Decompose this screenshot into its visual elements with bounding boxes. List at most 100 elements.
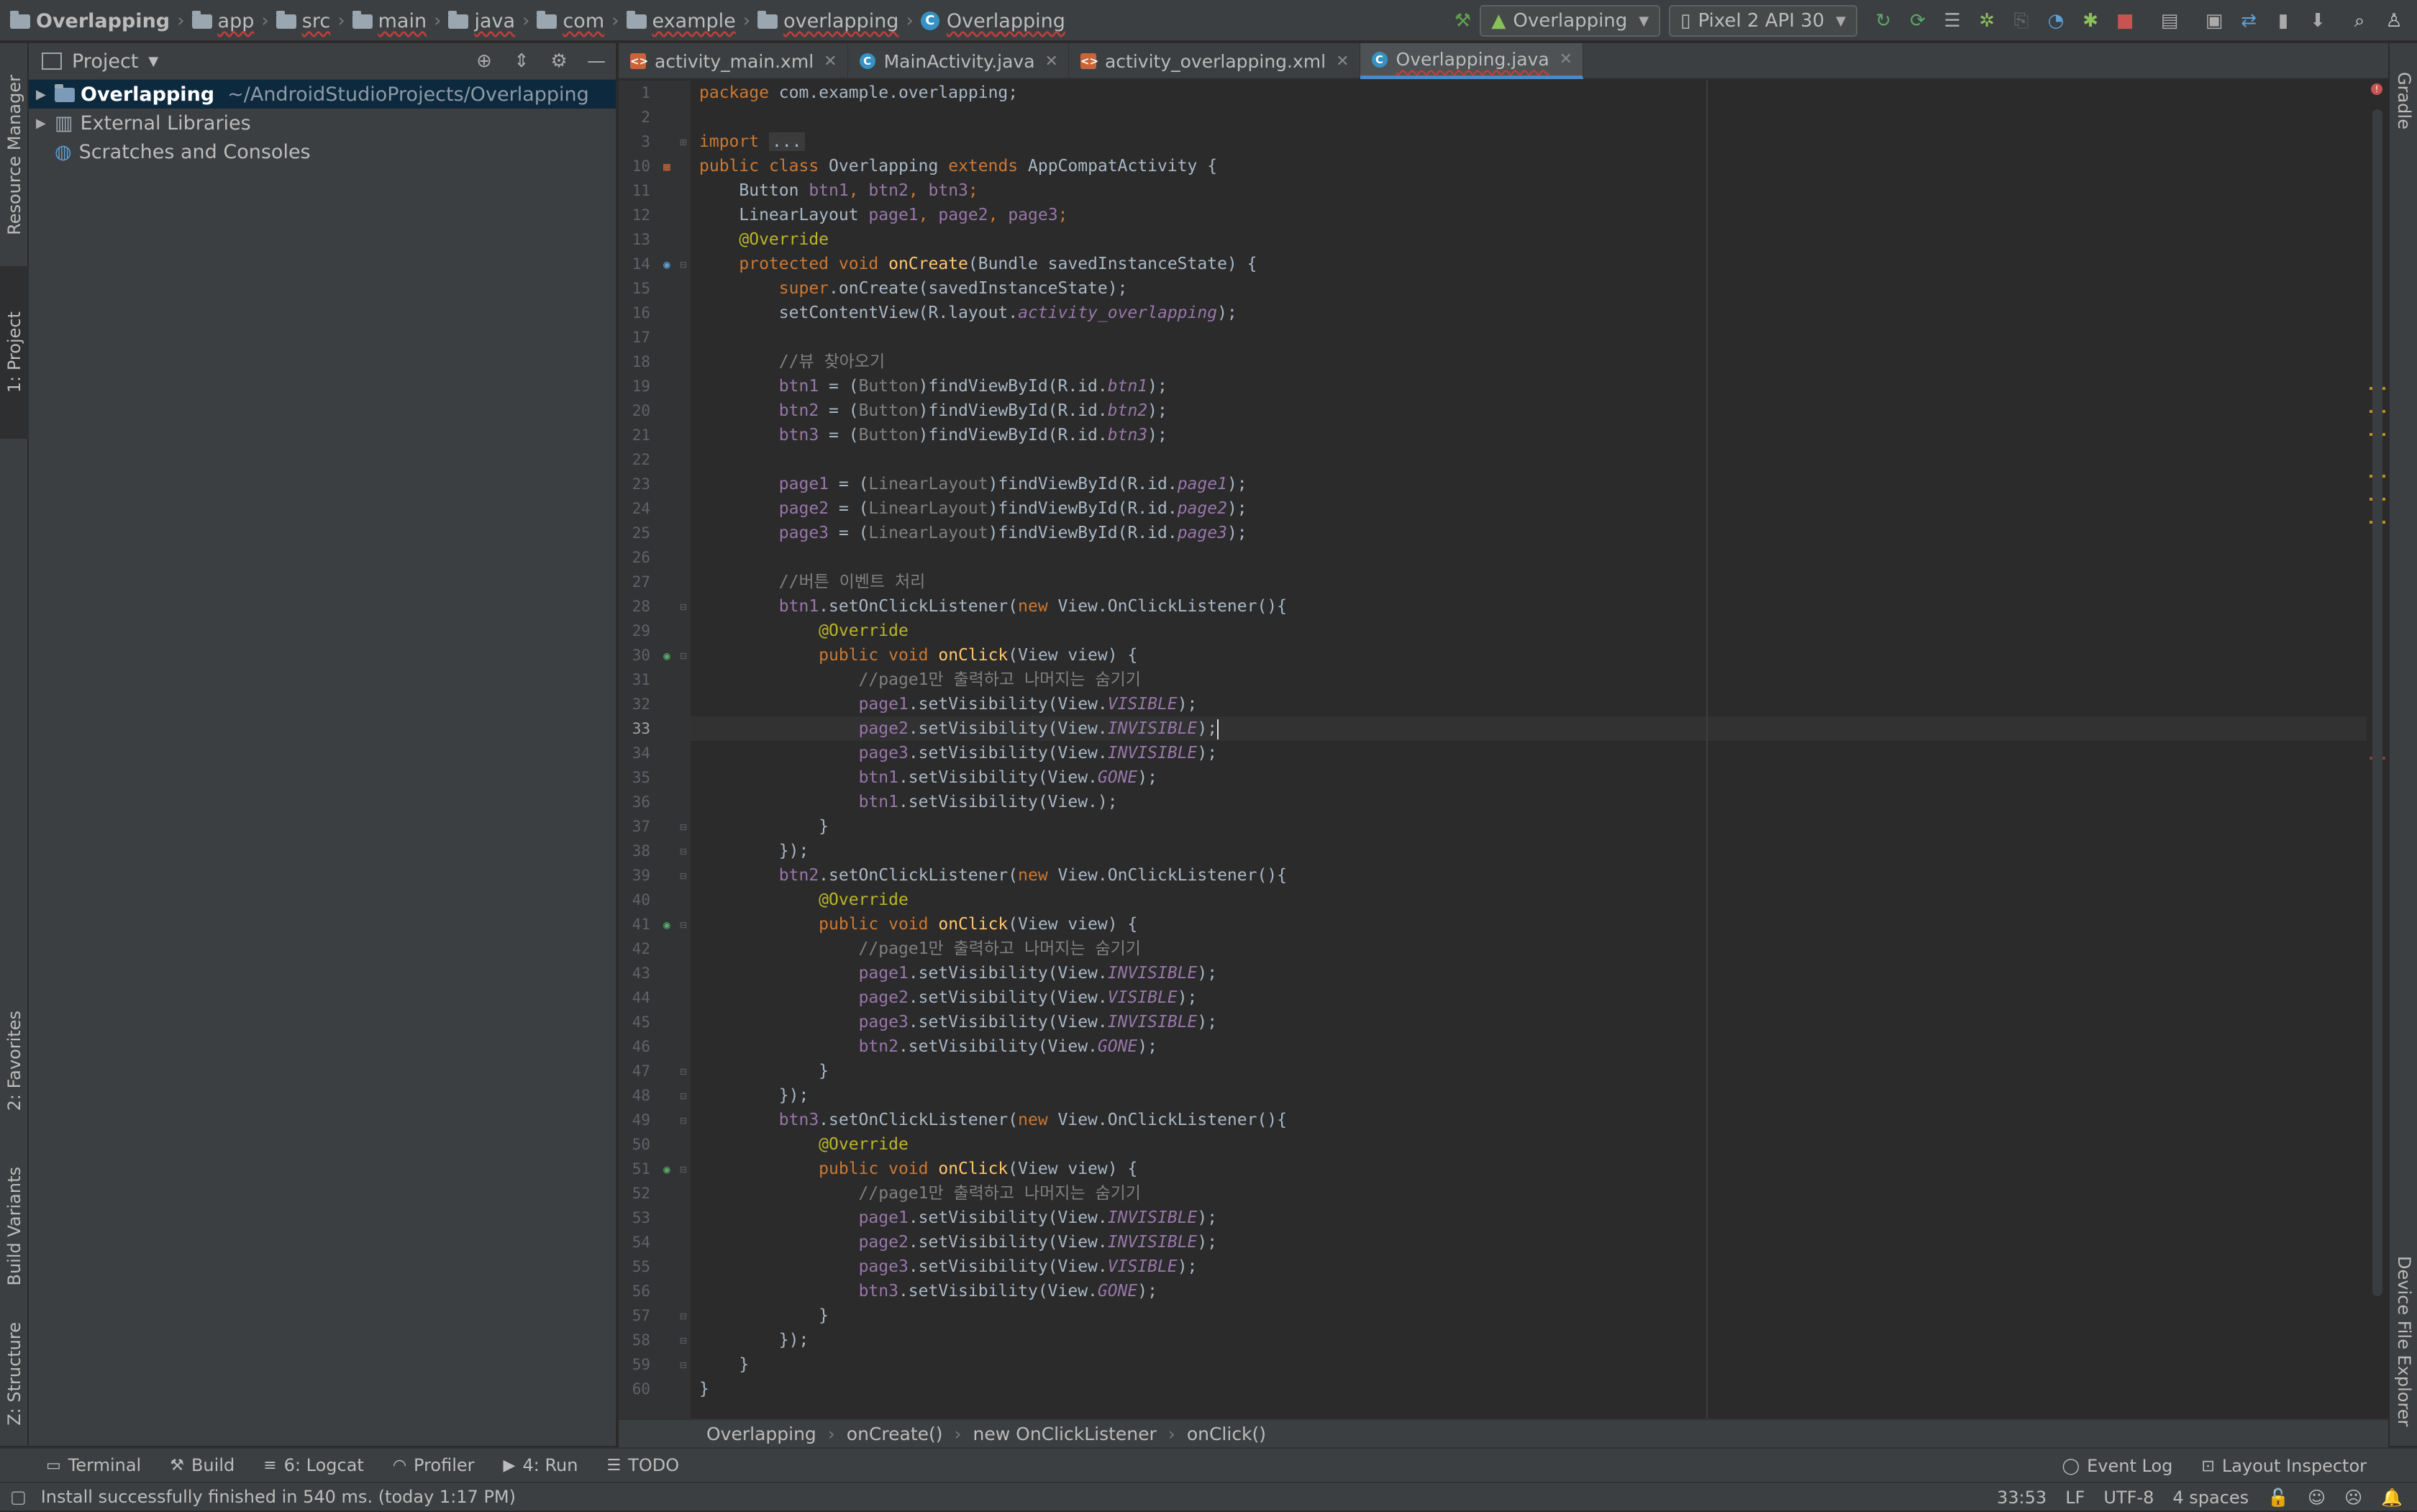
fold-icon[interactable]: ⊟	[676, 649, 691, 662]
folded-imports[interactable]: ...	[768, 132, 805, 151]
tab-project[interactable]: 1: Project	[0, 266, 29, 439]
implements-marker-icon[interactable]: ◉	[657, 649, 676, 662]
fold-icon[interactable]: ⊞	[676, 135, 691, 149]
code-editor[interactable]: package com.example.overlapping; import …	[691, 81, 2367, 1418]
breadcrumb-item-app[interactable]: app	[191, 10, 254, 32]
breadcrumb-anonymous-class[interactable]: new OnClickListener	[973, 1424, 1157, 1444]
tab-favorites[interactable]: 2: Favorites	[0, 971, 29, 1151]
build-hammer-icon[interactable]: ⚒	[1449, 8, 1475, 34]
run-list-icon[interactable]: ☰	[1939, 8, 1965, 34]
breadcrumb-item-overlapping-package[interactable]: overlapping	[757, 10, 898, 32]
breadcrumb-method[interactable]: onCreate()	[847, 1424, 943, 1444]
layout-marker-icon[interactable]: ▦	[657, 160, 676, 173]
lock-icon[interactable]: 🔓	[2267, 1488, 2289, 1508]
chevron-right-icon[interactable]: ▶	[36, 87, 55, 102]
error-stripe[interactable]: !	[2367, 81, 2388, 1418]
breadcrumb-class[interactable]: Overlapping	[706, 1424, 816, 1444]
todo-button[interactable]: ☰ TODO	[606, 1455, 679, 1475]
notification-bell-icon[interactable]: 🔔	[2381, 1488, 2403, 1508]
error-indicator-icon[interactable]: !	[2371, 83, 2382, 95]
breadcrumb-inner-method[interactable]: onClick()	[1187, 1424, 1266, 1444]
tree-item-external-libraries[interactable]: ▶ ▥ External Libraries	[29, 109, 616, 137]
sync-gradle-icon[interactable]: ⇄	[2236, 8, 2262, 34]
breadcrumb-item-main[interactable]: main	[352, 10, 427, 32]
tab-structure[interactable]: Z: Structure	[0, 1302, 29, 1446]
locate-target-icon[interactable]: ⊕	[472, 49, 496, 73]
fold-icon[interactable]: ⊟	[676, 1089, 691, 1103]
implements-marker-icon[interactable]: ◉	[657, 918, 676, 932]
breadcrumb-item-example[interactable]: example	[626, 10, 736, 32]
fold-icon[interactable]: ⊟	[676, 258, 691, 271]
profile-icon[interactable]: ◔	[2043, 8, 2069, 34]
fold-icon[interactable]: ⊟	[676, 1358, 691, 1372]
implements-marker-icon[interactable]: ◉	[657, 1162, 676, 1176]
status-message[interactable]: Install successfully finished in 540 ms.…	[41, 1487, 516, 1507]
profiler-button[interactable]: ◠ Profiler	[393, 1455, 475, 1475]
breadcrumb-item-project[interactable]: Overlapping	[10, 10, 170, 32]
fold-icon[interactable]: ⊟	[676, 1065, 691, 1078]
fold-icon[interactable]: ⊟	[676, 1309, 691, 1323]
file-encoding[interactable]: UTF-8	[2103, 1488, 2154, 1508]
tab-mainactivity-java[interactable]: C MainActivity.java ✕	[848, 43, 1069, 79]
breadcrumb-item-com[interactable]: com	[537, 10, 604, 32]
debug-bug-icon[interactable]: ✲	[1974, 8, 2000, 34]
scrollbar-thumb[interactable]	[2372, 109, 2382, 1296]
breadcrumb-item-class[interactable]: C Overlapping	[920, 10, 1065, 32]
inspection-face-icon[interactable]: ☺	[2308, 1488, 2326, 1508]
search-icon[interactable]: ⌕	[2347, 8, 2372, 34]
device-select[interactable]: ▯ Pixel 2 API 30 ▼	[1669, 5, 1857, 37]
gear-icon[interactable]: ⚙	[547, 49, 571, 73]
editor-gutter[interactable]: 1 2 3 ⊞ 10 ▦ 11 12 13 14 ◉ ⊟ 15 16 17 18 19 …	[619, 81, 691, 1418]
close-icon[interactable]: ✕	[1560, 50, 1572, 68]
user-icon[interactable]: ♙	[2381, 8, 2407, 34]
cursor-position[interactable]: 33:53	[1997, 1488, 2047, 1508]
layout-inspector-button[interactable]: ⊡ Layout Inspector	[2201, 1456, 2367, 1476]
line-separator[interactable]: LF	[2065, 1488, 2085, 1508]
event-log-button[interactable]: ◯ Event Log	[2062, 1456, 2173, 1476]
tab-activity-overlapping-xml[interactable]: <> activity_overlapping.xml ✕	[1069, 43, 1360, 79]
breadcrumb-item-src[interactable]: src	[276, 10, 330, 32]
tool-windows-toggle-icon[interactable]: ▢	[10, 1487, 27, 1507]
tab-build-variants[interactable]: Build Variants	[0, 1129, 29, 1324]
tab-gradle[interactable]: Gradle	[2390, 50, 2417, 151]
tree-item-project-root[interactable]: ▶ Overlapping ~/AndroidStudioProjects/Ov…	[29, 80, 616, 109]
override-marker-icon[interactable]: ◉	[657, 258, 676, 271]
fold-icon[interactable]: ⊟	[676, 844, 691, 858]
tab-device-file-explorer[interactable]: Device File Explorer	[2390, 1237, 2417, 1446]
fold-icon[interactable]: ⊟	[676, 918, 691, 932]
logcat-button[interactable]: ≡ 6: Logcat	[263, 1455, 364, 1475]
chevron-down-icon[interactable]: ▼	[148, 54, 158, 69]
terminal-button[interactable]: ▭ Terminal	[46, 1455, 141, 1475]
run-config-select[interactable]: ▲ Overlapping ▼	[1480, 5, 1661, 37]
fold-icon[interactable]: ⊟	[676, 1113, 691, 1127]
run-button[interactable]: ▶ 4: Run	[504, 1455, 578, 1475]
fold-icon[interactable]: ⊟	[676, 820, 691, 834]
close-icon[interactable]: ✕	[824, 53, 837, 70]
tree-item-scratches[interactable]: ◍ Scratches and Consoles	[29, 137, 616, 166]
feedback-face-icon[interactable]: ☹	[2344, 1488, 2362, 1508]
fold-icon[interactable]: ⊟	[676, 869, 691, 883]
terminal-window-icon[interactable]: ▣	[2201, 8, 2227, 34]
attach-debugger-icon[interactable]: ⎘	[2008, 8, 2034, 34]
sdk-manager-icon[interactable]: ⬇	[2305, 8, 2331, 34]
close-icon[interactable]: ✕	[1336, 53, 1349, 70]
tab-overlapping-java[interactable]: C Overlapping.java ✕	[1360, 43, 1584, 79]
project-view-select[interactable]: Project	[72, 50, 138, 73]
fold-icon[interactable]: ⊟	[676, 1162, 691, 1176]
fold-icon[interactable]: ⊟	[676, 600, 691, 614]
chevron-right-icon[interactable]: ▶	[36, 116, 55, 131]
minimize-icon[interactable]: —	[584, 49, 609, 73]
apply-code-changes-icon[interactable]: ⟳	[1905, 8, 1931, 34]
apply-changes-icon[interactable]: ↻	[1870, 8, 1896, 34]
breadcrumb-item-java[interactable]: java	[448, 10, 515, 32]
close-icon[interactable]: ✕	[1045, 53, 1058, 70]
tab-resource-manager[interactable]: Resource Manager	[0, 58, 29, 252]
stop-icon[interactable]: ■	[2112, 8, 2138, 34]
tab-activity-main-xml[interactable]: <> activity_main.xml ✕	[619, 43, 848, 79]
avd-manager-icon[interactable]: ▮	[2270, 8, 2296, 34]
fold-icon[interactable]: ⊟	[676, 1334, 691, 1347]
build-button[interactable]: ⚒ Build	[170, 1455, 235, 1475]
indent-setting[interactable]: 4 spaces	[2172, 1488, 2249, 1508]
project-structure-icon[interactable]: ▤	[2157, 8, 2182, 34]
collapse-all-icon[interactable]: ⇕	[509, 49, 534, 73]
